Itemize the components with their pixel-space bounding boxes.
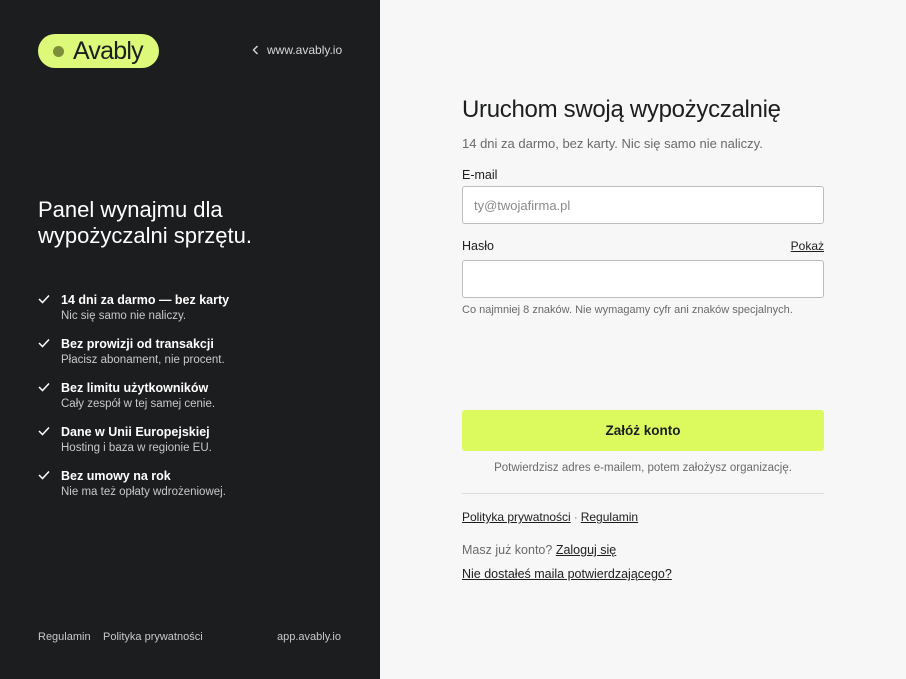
feature-title: 14 dni za darmo — bez karty: [61, 293, 230, 307]
show-password-link[interactable]: Pokaż: [791, 239, 824, 253]
left-panel: Avably www.avably.io Panel wynajmu dla w…: [0, 0, 380, 679]
check-icon: [38, 426, 50, 436]
divider: [462, 493, 824, 494]
login-prompt: Masz już konto? Zaloguj się: [462, 543, 616, 557]
terms-link[interactable]: Regulamin: [581, 510, 638, 524]
panel-headline: Panel wynajmu dla wypożyczalni sprzętu.: [38, 197, 252, 248]
legal-links: Polityka prywatności · Regulamin: [462, 510, 638, 524]
feature-title: Bez umowy na rok: [61, 469, 171, 483]
chevron-left-icon: [252, 45, 258, 55]
password-input[interactable]: [462, 260, 824, 298]
feature-title: Dane w Unii Europejskiej: [61, 425, 210, 439]
login-link[interactable]: Zaloguj się: [556, 543, 616, 557]
check-icon: [38, 294, 50, 304]
create-account-button[interactable]: Załóż konto: [462, 410, 824, 451]
check-icon: [38, 470, 50, 480]
confirm-note: Potwierdzisz adres e-mailem, potem założ…: [494, 462, 792, 474]
feature-subtitle: Płacisz abonament, nie procent.: [61, 354, 225, 366]
form-subtitle: 14 dni za darmo, bez karty. Nic się samo…: [462, 136, 763, 151]
feature-title: Bez prowizji od transakcji: [61, 337, 214, 351]
feature-subtitle: Cały zespół w tej samej cenie.: [61, 398, 216, 410]
footer-terms-link[interactable]: Regulamin: [38, 631, 91, 643]
email-label: E-mail: [462, 168, 498, 182]
website-link-label: www.avably.io: [267, 43, 343, 57]
signup-panel: Uruchom swoją wypożyczalnię 14 dni za da…: [380, 0, 906, 679]
feature-subtitle: Nie ma też opłaty wdrożeniowej.: [61, 486, 226, 498]
footer-app-link[interactable]: app.avably.io: [277, 631, 341, 643]
password-hint: Co najmniej 8 znaków. Nie wymagamy cyfr …: [462, 304, 793, 316]
brand-logo[interactable]: Avably: [38, 34, 159, 68]
feature-list: 14 dni za darmo — bez karty Nic się samo…: [38, 293, 229, 513]
resend-confirmation-link[interactable]: Nie dostałeś maila potwierdzającego?: [462, 567, 672, 581]
privacy-policy-link[interactable]: Polityka prywatności: [462, 510, 571, 524]
brand-name: Avably: [73, 36, 144, 65]
feature-item: Bez umowy na rok Nie ma też opłaty wdroż…: [38, 469, 229, 513]
feature-subtitle: Nic się samo nie naliczy.: [61, 310, 187, 322]
login-prompt-text: Masz już konto?: [462, 543, 553, 557]
website-link[interactable]: www.avably.io: [252, 43, 342, 57]
feature-item: Dane w Unii Europejskiej Hosting i baza …: [38, 425, 229, 469]
feature-item: Bez prowizji od transakcji Płacisz abona…: [38, 337, 229, 381]
email-input[interactable]: [462, 186, 824, 224]
feature-subtitle: Hosting i baza w regionie EU.: [61, 442, 212, 454]
password-label: Hasło: [462, 239, 494, 253]
legal-separator: ·: [573, 510, 578, 524]
footer-privacy-link[interactable]: Polityka prywatności: [103, 631, 203, 643]
logo-dot-icon: [53, 45, 64, 57]
signup-form: Uruchom swoją wypożyczalnię 14 dni za da…: [462, 96, 824, 581]
check-icon: [38, 338, 50, 348]
feature-item: 14 dni za darmo — bez karty Nic się samo…: [38, 293, 229, 337]
form-title: Uruchom swoją wypożyczalnię: [462, 96, 781, 123]
check-icon: [38, 382, 50, 392]
feature-title: Bez limitu użytkowników: [61, 381, 209, 395]
feature-item: Bez limitu użytkowników Cały zespół w te…: [38, 381, 229, 425]
